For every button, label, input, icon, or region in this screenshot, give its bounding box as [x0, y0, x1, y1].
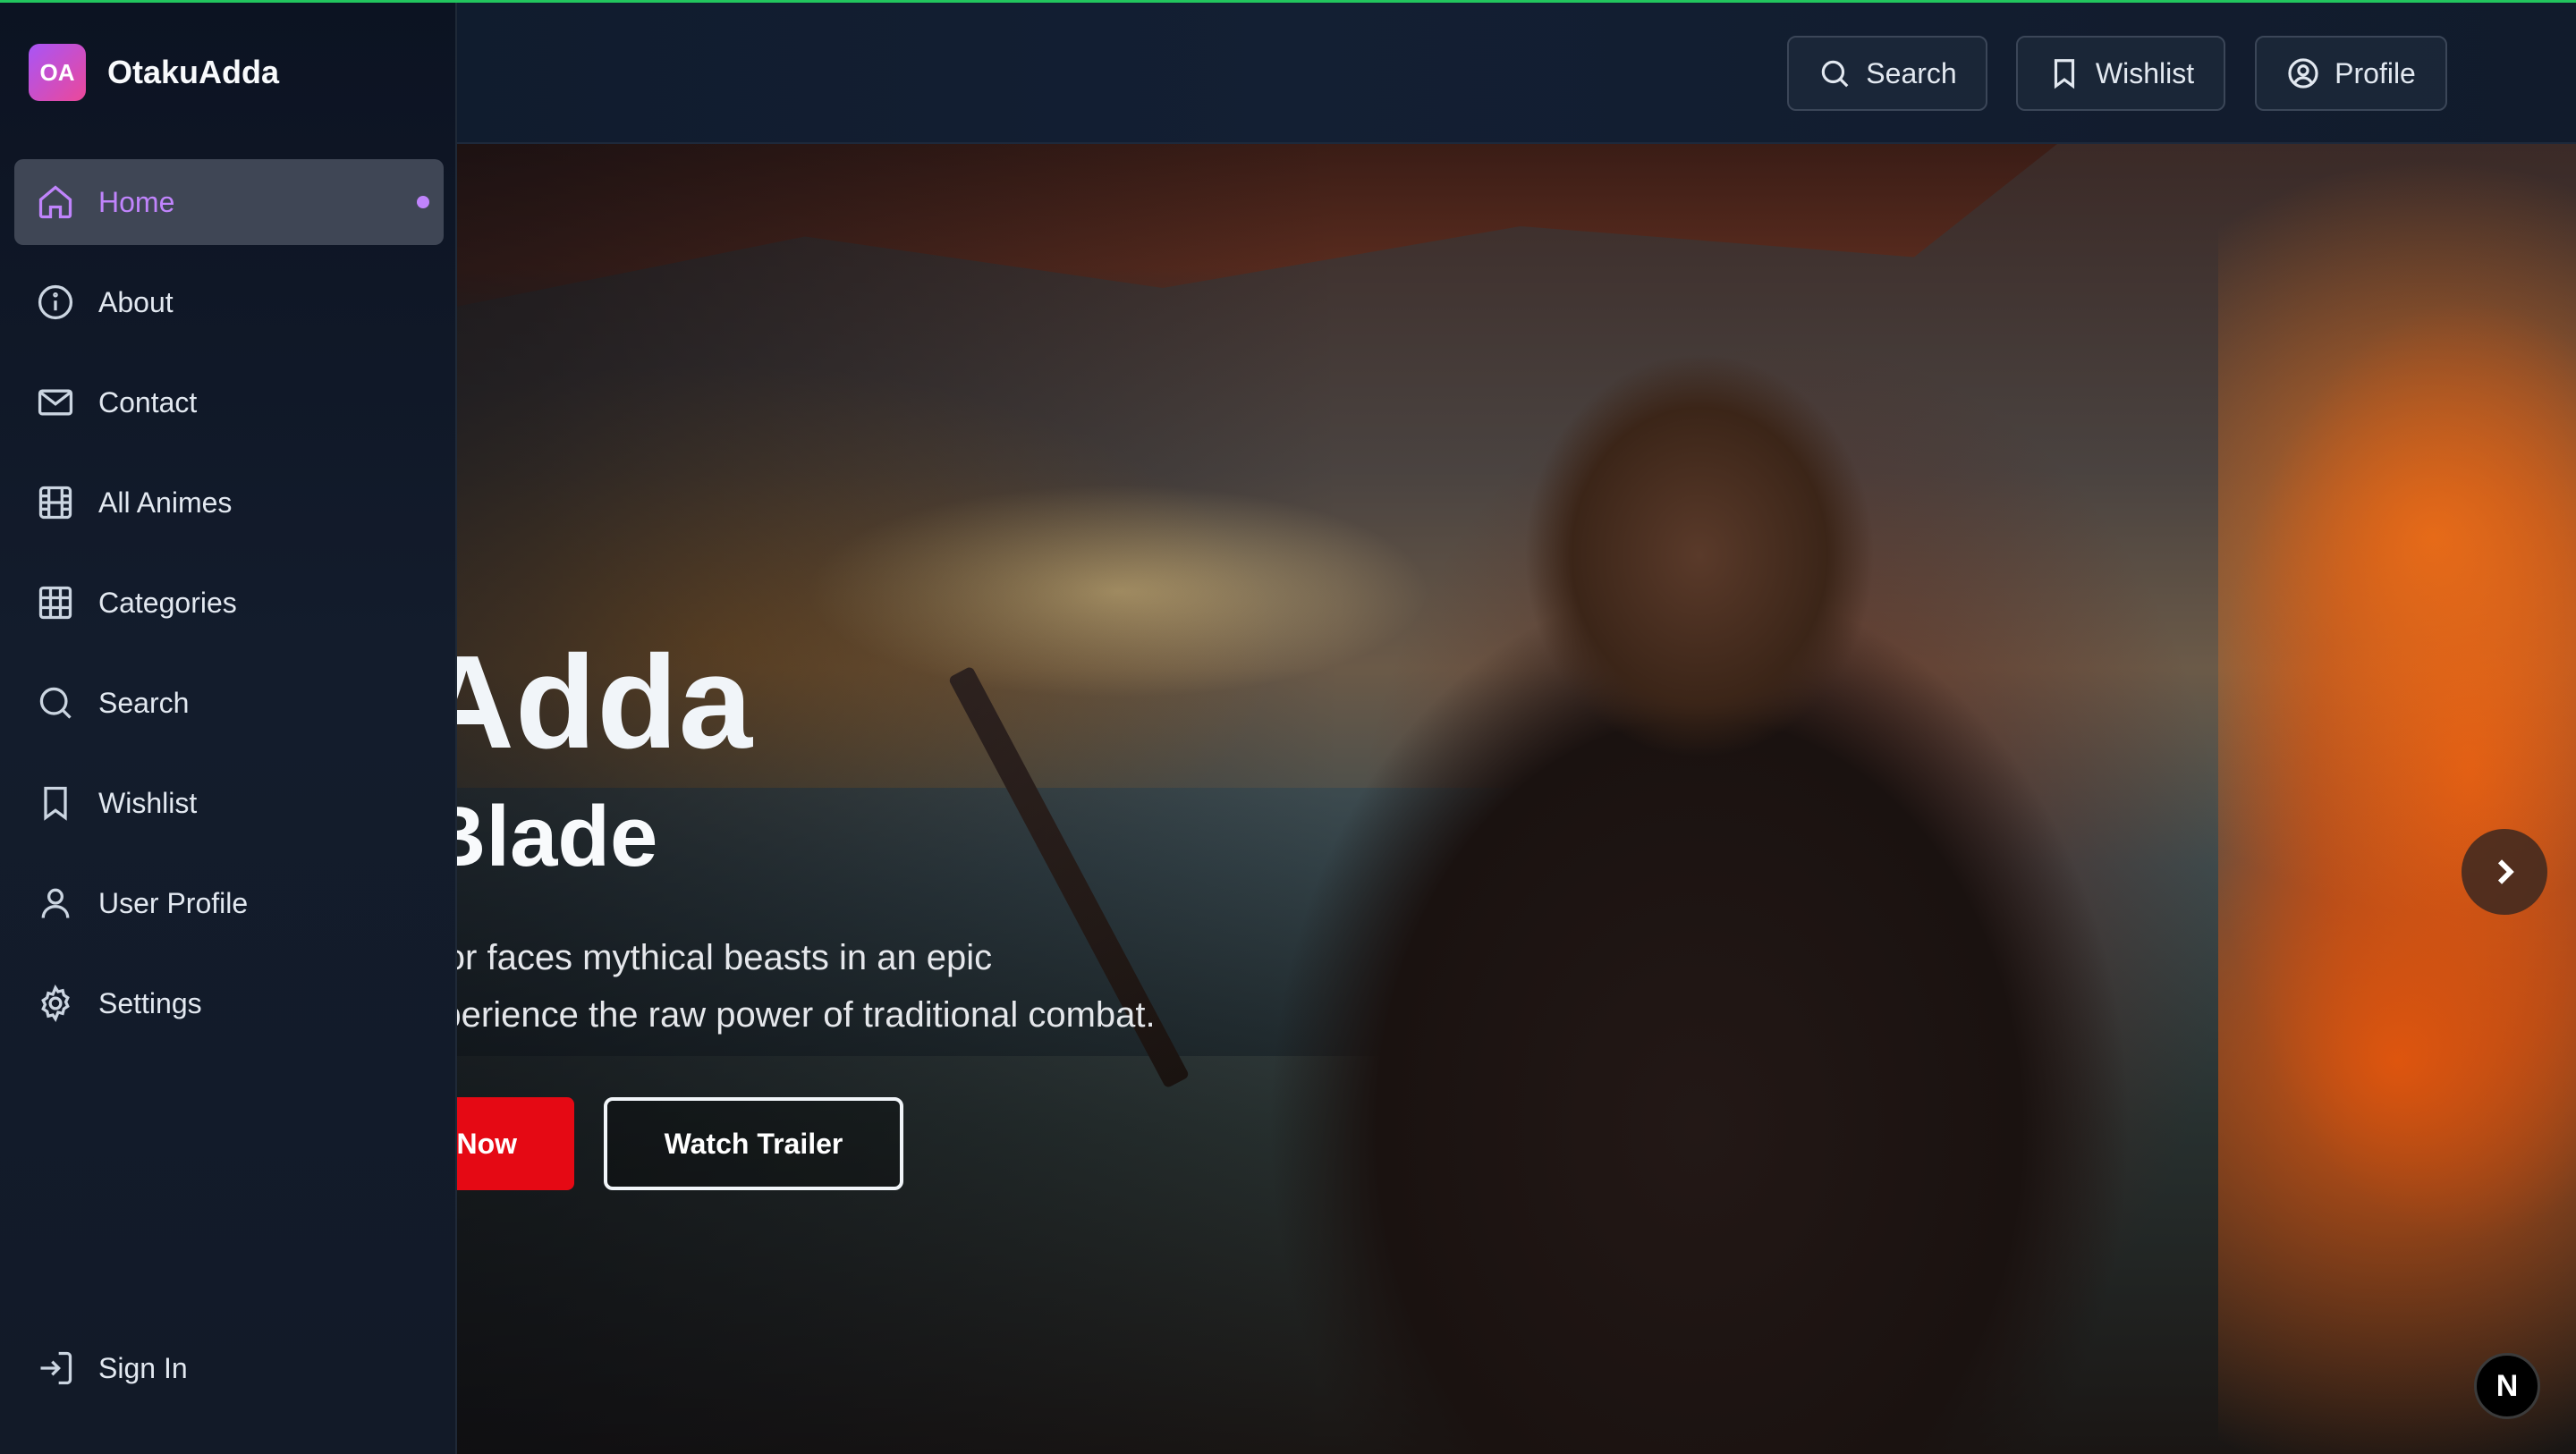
user-circle-icon [2288, 58, 2318, 89]
sidebar: OA OtakuAdda Home About Contact All Anim… [0, 0, 457, 1454]
header-search-button[interactable]: Search [1787, 36, 1987, 111]
carousel-next-button[interactable] [2462, 829, 2547, 915]
hero-description-line-2: on. Experience the raw power of traditio… [340, 995, 1156, 1035]
hero-description: y warrior faces mythical beasts in an ep… [340, 929, 1413, 1044]
sidebar-item-label: All Animes [98, 486, 233, 519]
sidebar-item-settings[interactable]: Settings [14, 960, 444, 1046]
sidebar-item-categories[interactable]: Categories [14, 560, 444, 646]
bookmark-icon [2054, 59, 2074, 89]
gear-icon [41, 985, 70, 1022]
sidebar-item-label: Wishlist [98, 786, 198, 819]
film-icon [38, 486, 72, 520]
search-icon [39, 687, 72, 719]
header-search-label: Search [1866, 56, 1957, 89]
header-wishlist-button[interactable]: Wishlist [2016, 36, 2225, 111]
top-progress-line [0, 0, 2576, 3]
user-icon [41, 888, 70, 918]
home-icon [38, 185, 72, 219]
bookmark-icon [44, 786, 67, 821]
sidebar-item-label: User Profile [98, 886, 249, 919]
active-indicator-dot [417, 196, 429, 208]
sidebar-item-label: About [98, 285, 174, 318]
sidebar-item-user-profile[interactable]: User Profile [14, 860, 444, 946]
mail-icon [38, 389, 73, 416]
header-wishlist-label: Wishlist [2095, 56, 2195, 89]
sidebar-item-label: Categories [98, 586, 237, 619]
sign-in-button[interactable]: Sign In [14, 1325, 444, 1411]
sidebar-item-contact[interactable]: Contact [14, 359, 444, 445]
info-icon [38, 284, 73, 320]
chevron-right-icon [2497, 859, 2514, 884]
hero-description-line-1: y warrior faces mythical beasts in an ep… [340, 938, 993, 977]
sidebar-item-all-animes[interactable]: All Animes [14, 460, 444, 545]
watch-trailer-button[interactable]: Watch Trailer [604, 1097, 903, 1190]
sign-in-label: Sign In [98, 1351, 188, 1384]
logo-text[interactable]: OtakuAdda [107, 54, 279, 91]
logo-badge[interactable]: OA [29, 44, 86, 101]
sign-in-icon [40, 1351, 72, 1385]
app-root: uAdda aming Search Wishlist Profile akuA… [0, 0, 2576, 1454]
sidebar-item-home[interactable]: Home [14, 159, 444, 245]
sidebar-item-label: Search [98, 686, 190, 719]
sidebar-item-about[interactable]: About [14, 259, 444, 345]
header-profile-button[interactable]: Profile [2255, 36, 2447, 111]
sidebar-item-label: Home [98, 185, 175, 218]
sidebar-item-label: Settings [98, 986, 202, 1019]
nextjs-dev-badge[interactable]: N [2474, 1353, 2540, 1419]
grid-icon [38, 586, 72, 620]
sidebar-item-wishlist[interactable]: Wishlist [14, 760, 444, 846]
header-profile-label: Profile [2334, 56, 2416, 89]
sidebar-item-search[interactable]: Search [14, 660, 444, 746]
sidebar-item-label: Contact [98, 385, 198, 418]
search-icon [1822, 60, 1849, 88]
